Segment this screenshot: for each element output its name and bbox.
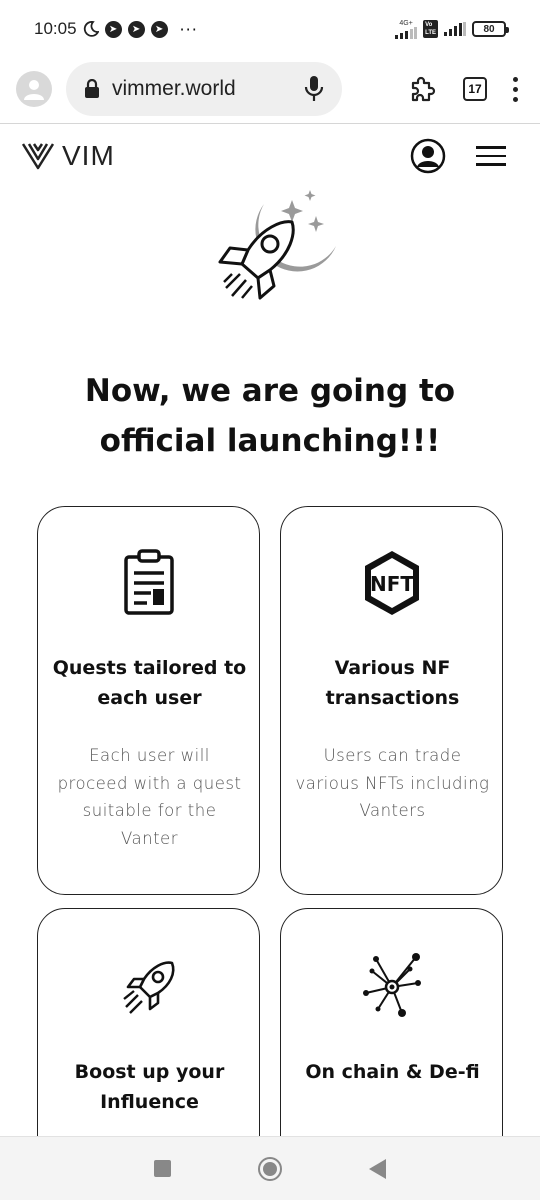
telegram-icon: ➤ xyxy=(127,20,145,38)
network-indicator: 4G+ xyxy=(395,20,418,39)
menu-button[interactable] xyxy=(476,146,506,166)
url-text[interactable]: vimmer.world xyxy=(112,77,304,101)
tab-count: 17 xyxy=(468,82,482,96)
clipboard-icon xyxy=(123,549,174,615)
feature-title: Boost up your Influence xyxy=(74,1061,225,1113)
feature-description: Each user will proceed with a quest suit… xyxy=(57,746,242,848)
feature-title: Quests tailored to each user xyxy=(52,657,247,709)
vim-logo-icon xyxy=(22,143,54,170)
feature-card-defi: On chain & De-fi xyxy=(280,908,503,1168)
network-icon xyxy=(362,953,421,1017)
volte-badge: Vo LTE xyxy=(423,20,438,38)
rocket-moon-illustration xyxy=(218,190,336,300)
hero-title: Now, we are going to official launching!… xyxy=(84,373,456,459)
telegram-icon: ➤ xyxy=(104,20,122,38)
more-notifications-icon: ··· xyxy=(179,19,198,39)
extensions-icon[interactable] xyxy=(407,74,437,104)
feature-title: On chain & De-fi xyxy=(305,1061,480,1083)
profile-avatar[interactable] xyxy=(16,71,52,107)
signal-icon xyxy=(444,22,466,36)
microphone-icon[interactable] xyxy=(304,75,324,103)
tab-switcher-button[interactable]: 17 xyxy=(463,77,487,101)
address-bar[interactable]: vimmer.world xyxy=(66,62,342,116)
feature-description: Users can trade various NFTs including V… xyxy=(295,746,490,820)
home-button[interactable] xyxy=(257,1156,282,1181)
nft-icon: NFT xyxy=(364,551,419,615)
status-time: 10:05 xyxy=(34,19,77,38)
recent-apps-button[interactable] xyxy=(153,1160,171,1177)
site-header: VIM xyxy=(0,128,540,184)
feature-card-influence: Boost up your Influence xyxy=(37,908,260,1168)
toolbar-divider xyxy=(0,123,540,124)
feature-title: Various NF transactions xyxy=(325,657,460,709)
system-navigation-bar xyxy=(0,1136,540,1200)
signal-icon xyxy=(395,26,418,39)
feature-card-quests: Quests tailored to each user Each user w… xyxy=(37,506,260,895)
feature-card-nft: NFT Various NF transactions Users can tr… xyxy=(280,506,503,895)
moon-icon xyxy=(83,21,99,37)
person-icon xyxy=(24,80,44,100)
browser-toolbar: vimmer.world 17 xyxy=(0,56,540,122)
browser-menu-button[interactable] xyxy=(513,76,518,102)
account-icon[interactable] xyxy=(410,138,446,174)
telegram-icon: ➤ xyxy=(150,20,168,38)
rocket-icon xyxy=(122,961,174,1014)
battery-level: 80 xyxy=(483,23,495,35)
status-bar: 10:05 ➤ ➤ ➤ ··· 4G+ Vo LTE 80 xyxy=(0,0,540,58)
battery-icon: 80 xyxy=(472,21,509,37)
back-button[interactable] xyxy=(369,1158,387,1179)
svg-text:NFT: NFT xyxy=(369,572,413,596)
logo-text: VIM xyxy=(62,140,115,171)
lock-icon[interactable] xyxy=(84,79,100,99)
site-logo[interactable]: VIM xyxy=(22,140,115,172)
